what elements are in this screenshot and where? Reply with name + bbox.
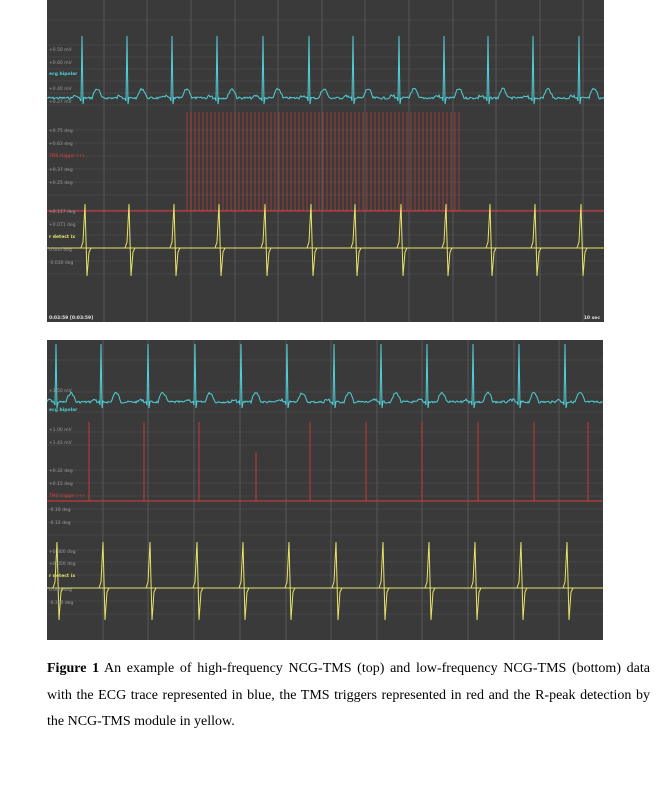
ecg-label-4: +0.27 mV	[49, 100, 72, 105]
trigger-label-1: +0.75 deg	[49, 129, 73, 134]
trigger-label-2: +1.43 mV	[49, 441, 72, 446]
r-peak-marker	[424, 541, 436, 621]
r-peak-marker	[80, 203, 92, 277]
r-peak-marker	[169, 203, 181, 277]
r-peak-marker	[576, 203, 588, 277]
detect-label-1: +0.300 deg	[49, 550, 76, 555]
r-peak-marker	[530, 203, 542, 277]
figure-bottom-panel: +1.50 mV ecg bipolar +1.00 mV +1.43 mV +…	[47, 340, 603, 640]
ecg-label-1: +1.50 mV	[49, 389, 72, 394]
ecg-channel-name: ecg bipolar	[49, 72, 78, 77]
r-peak-marker	[441, 203, 453, 277]
r-peak-marker	[192, 541, 204, 621]
r-peak-marker	[350, 203, 362, 277]
r-peak-marker	[260, 203, 272, 277]
trigger-label-3: +0.32 deg	[49, 469, 73, 474]
detect-label-1: +0.117 deg	[49, 210, 76, 215]
detect-label-4: -0.300 deg	[49, 601, 74, 606]
detect-label-3: 0.000 deg	[49, 588, 72, 593]
figure-caption: Figure 1 An example of high-frequency NC…	[47, 656, 650, 736]
trigger-channel-name: TMS trigger (+)	[49, 154, 84, 159]
figure-top-panel: +0.50 mV +0.60 mV ecg bipolar +0.40 mV +…	[47, 0, 604, 322]
detect-label-2: +0.050 deg	[49, 562, 76, 567]
trigger-channel-name: TMS trigger (+)	[49, 494, 84, 499]
r-peak-marker	[396, 203, 408, 277]
r-peak-marker	[378, 541, 390, 621]
ecg-label-3: +0.40 mV	[49, 87, 72, 92]
caption-text: An example of high-frequency NCG-TMS (to…	[47, 661, 650, 729]
r-peak-marker	[562, 541, 574, 621]
r-peak-marker	[470, 541, 482, 621]
r-peak-marker	[331, 541, 343, 621]
trigger-label-4: +0.25 deg	[49, 181, 73, 186]
top-traces	[47, 0, 604, 322]
detect-channel-name: r detect ix	[49, 235, 76, 240]
time-readout: 0:03:59 [0:03:59]	[49, 316, 94, 321]
bottom-traces	[47, 340, 603, 640]
trigger-label-3: +0.37 deg	[49, 168, 73, 173]
figure-label: Figure 1	[47, 661, 100, 676]
r-peak-marker	[214, 203, 226, 277]
trigger-label-2: +0.63 deg	[49, 142, 73, 147]
r-peak-marker	[485, 203, 497, 277]
detect-channel-name: r detect ix	[49, 574, 76, 579]
time-scale: 10 sec	[583, 316, 600, 321]
trigger-label-1: +1.00 mV	[49, 428, 72, 433]
r-peak-marker	[306, 203, 318, 277]
ecg-trace	[47, 343, 603, 409]
ecg-channel-name: ecg bipolar	[49, 408, 78, 413]
r-peak-marker	[516, 541, 528, 621]
r-peak-marker	[284, 541, 296, 621]
detect-label-3: 0.000 deg	[49, 248, 72, 253]
r-peak-marker	[98, 541, 110, 621]
trigger-label-5: -0.10 deg	[49, 508, 71, 513]
r-peak-marker	[145, 541, 157, 621]
r-peak-marker	[124, 203, 136, 277]
trigger-label-4: +0.15 deg	[49, 482, 73, 487]
ecg-trace	[47, 35, 604, 105]
r-peak-marker	[238, 541, 250, 621]
ecg-label-1: +0.50 mV	[49, 48, 72, 53]
trigger-label-6: -0.12 deg	[49, 521, 71, 526]
detect-label-2: +0.071 deg	[49, 223, 76, 228]
detect-label-4: -0.030 deg	[49, 261, 74, 266]
ecg-label-2: +0.60 mV	[49, 61, 72, 66]
